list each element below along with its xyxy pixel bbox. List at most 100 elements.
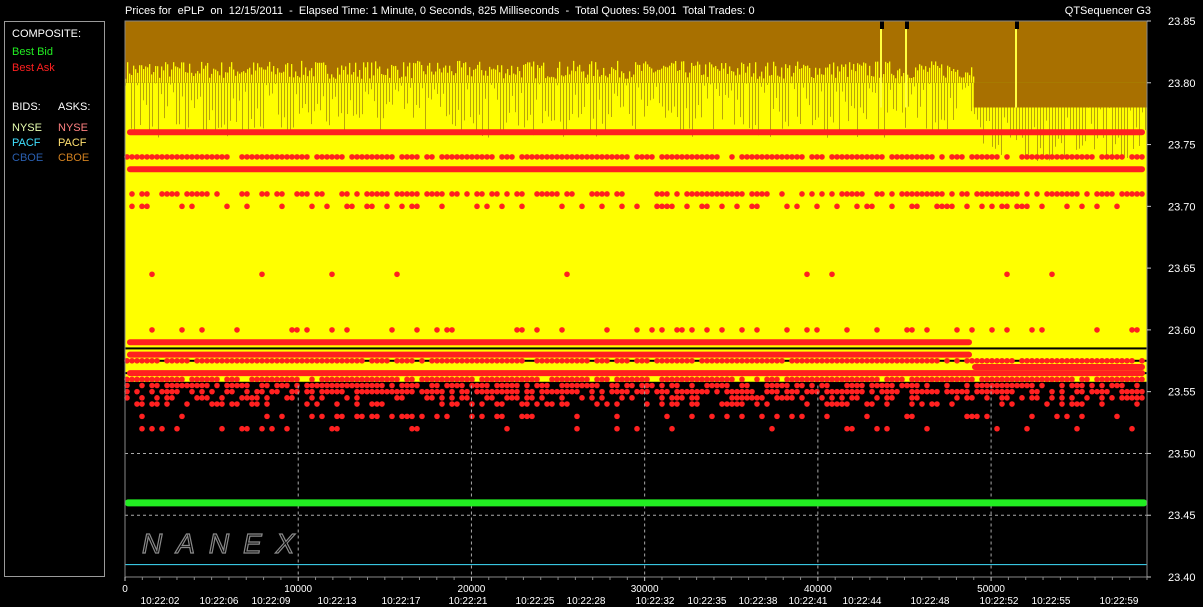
ask-dot	[244, 357, 250, 364]
ask-dot	[829, 401, 835, 407]
ask-dot	[159, 154, 165, 160]
ask-dot	[569, 191, 575, 197]
ask-dot	[684, 357, 690, 364]
ask-spike	[759, 76, 761, 83]
ask-dot	[594, 154, 600, 160]
ask-dot	[779, 154, 785, 160]
ask-spike	[243, 71, 245, 83]
ask-dot	[1014, 376, 1020, 383]
ask-spike	[401, 76, 403, 83]
ask-spike	[477, 64, 479, 83]
ask-dot	[989, 191, 995, 197]
ask-dot	[479, 382, 485, 389]
ask-dot	[594, 191, 600, 197]
ask-dot	[264, 401, 270, 407]
ask-dot	[454, 376, 460, 383]
ask-spike	[449, 65, 451, 83]
ask-dot	[679, 327, 685, 333]
ask-spike	[623, 73, 625, 83]
ask-spike	[799, 68, 801, 83]
ask-dot	[264, 357, 270, 364]
ask-spike	[245, 72, 247, 83]
ask-dot	[1094, 357, 1100, 364]
ask-spike	[373, 75, 375, 83]
ask-drip	[530, 82, 531, 115]
time-label: 10:22:55	[1032, 596, 1071, 607]
ask-drip	[257, 82, 258, 109]
ask-drip	[692, 82, 693, 137]
ask-dot	[764, 401, 770, 407]
ask-dot	[444, 154, 450, 160]
ask-drip	[551, 82, 552, 121]
ask-dot	[259, 271, 265, 278]
ask-dot	[549, 376, 555, 383]
ask-dot	[519, 401, 525, 407]
ask-dot	[704, 376, 710, 383]
ask-drip	[638, 82, 639, 88]
ask-dot	[914, 388, 920, 395]
ask-dot	[689, 327, 695, 333]
ask-dot	[599, 376, 605, 383]
ask-spike	[161, 66, 163, 83]
ask-dot	[314, 154, 320, 160]
ask-dot	[559, 382, 565, 389]
ask-dot	[189, 376, 195, 383]
ask-dot	[449, 395, 455, 401]
ask-dot	[749, 395, 755, 401]
time-label: 10:22:02	[141, 596, 180, 607]
ask-spike	[531, 66, 533, 83]
ask-dot	[944, 203, 950, 210]
ask-dot	[699, 388, 705, 395]
ask-dot	[989, 203, 995, 210]
ask-dot	[489, 376, 495, 383]
ask-drip	[575, 82, 576, 95]
ask-row-23.555	[124, 382, 1140, 389]
ask-spike	[327, 73, 329, 83]
ask-dot	[664, 376, 670, 383]
ask-dot	[579, 376, 585, 383]
ask-dot	[659, 401, 665, 407]
ask-dot	[744, 388, 750, 395]
ask-drip	[845, 82, 846, 102]
ask-dot	[959, 388, 965, 395]
ask-dot	[809, 388, 815, 395]
ask-dot	[329, 425, 335, 432]
ask-drip	[851, 82, 852, 106]
ask-dot	[1079, 382, 1085, 389]
ask-dot	[974, 388, 980, 395]
ask-spike	[399, 78, 401, 83]
ask-dot	[394, 376, 400, 383]
ask-spike	[725, 63, 727, 83]
ask-drip	[431, 82, 432, 100]
ask-dot	[354, 395, 360, 401]
ask-dot	[729, 395, 735, 401]
ask-dot	[279, 357, 285, 364]
ask-dot	[744, 382, 750, 389]
ask-spike	[447, 72, 449, 83]
ask-dot	[1129, 327, 1135, 333]
ask-dot	[1109, 357, 1115, 364]
ask-spike	[415, 63, 417, 83]
time-label: 10:22:13	[318, 596, 357, 607]
ask-spike	[227, 72, 229, 83]
ask-drip	[425, 82, 426, 129]
ask-spike	[887, 63, 889, 83]
ask-dot	[464, 154, 470, 160]
ask-spike	[919, 64, 921, 83]
ask-dot	[909, 401, 915, 407]
ask-spike	[943, 75, 945, 83]
ask-dot	[824, 357, 830, 364]
ask-drip	[479, 82, 480, 115]
ask-dot	[939, 191, 945, 197]
ask-drip	[1040, 107, 1041, 149]
ask-dot	[854, 357, 860, 364]
ask-dot	[844, 357, 850, 364]
ask-drip	[380, 82, 381, 131]
ask-dot	[604, 191, 610, 197]
ask-dot	[164, 357, 170, 364]
ask-dot	[1049, 395, 1055, 401]
ask-dot	[389, 376, 395, 383]
ask-dot	[224, 376, 230, 383]
ask-dot	[864, 401, 870, 407]
ask-dot	[314, 357, 320, 364]
